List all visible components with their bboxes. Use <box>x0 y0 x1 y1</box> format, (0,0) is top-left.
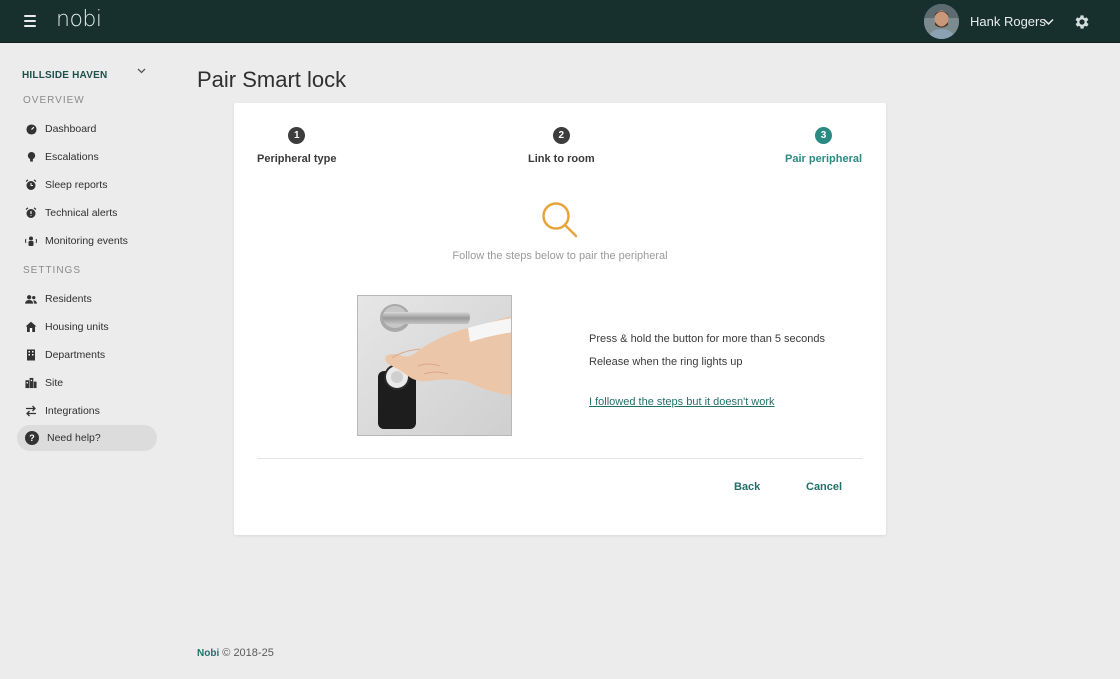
sidebar-item-label: Escalations <box>45 151 99 163</box>
step-label: Peripheral type <box>257 153 337 165</box>
page-title: Pair Smart lock <box>197 67 347 92</box>
sidebar-item-housing-units[interactable]: Housing units <box>17 314 157 340</box>
top-bar: nobi Hank Rogers <box>0 0 1120 43</box>
site-name: HILLSIDE HAVEN <box>22 70 108 81</box>
pair-peripheral-dialog: 1 Peripheral type 2 Link to room 3 Pair … <box>234 103 886 535</box>
footer-brand-link[interactable]: Nobi <box>197 648 219 659</box>
cancel-button[interactable]: Cancel <box>796 477 852 497</box>
gear-icon[interactable] <box>1073 13 1091 31</box>
arrows-exchange-icon <box>25 405 37 417</box>
sidebar: HILLSIDE HAVEN OVERVIEW Dashboard Escala… <box>0 44 175 679</box>
site-selector[interactable]: HILLSIDE HAVEN <box>22 65 150 81</box>
sidebar-item-label: Departments <box>45 349 106 361</box>
sidebar-item-monitoring-events[interactable]: Monitoring events <box>17 228 157 254</box>
sidebar-item-label: Dashboard <box>45 123 97 135</box>
sidebar-item-need-help[interactable]: ? Need help? <box>17 425 157 451</box>
step-label: Pair peripheral <box>785 153 863 165</box>
dialog-divider <box>257 458 863 459</box>
sidebar-item-escalations[interactable]: Escalations <box>17 144 157 170</box>
step-pair-peripheral: 3 Pair peripheral <box>785 127 862 165</box>
step-number: 2 <box>552 127 570 144</box>
step-label: Link to room <box>528 153 595 165</box>
lightbulb-icon <box>25 151 37 163</box>
user-name[interactable]: Hank Rogers <box>970 14 1046 29</box>
troubleshoot-link[interactable]: I followed the steps but it doesn't work <box>589 396 775 408</box>
sidebar-item-label: Housing units <box>45 321 109 333</box>
hamburger-menu-icon[interactable] <box>24 15 37 27</box>
overview-section-label: OVERVIEW <box>23 95 85 106</box>
sidebar-item-label: Monitoring events <box>45 235 128 247</box>
pairing-intro-text: Follow the steps below to pair the perip… <box>452 250 668 262</box>
sidebar-item-label: Site <box>45 377 64 389</box>
city-icon <box>25 377 37 389</box>
sidebar-item-label: Integrations <box>45 405 100 417</box>
search-icon <box>542 202 578 238</box>
sidebar-item-label: Technical alerts <box>45 207 118 219</box>
alarm-clock-alert-icon <box>25 207 37 219</box>
instruction-step-2: Release when the ring lights up <box>589 356 743 368</box>
footer: Nobi © 2018-25 <box>197 647 274 659</box>
sidebar-item-dashboard[interactable]: Dashboard <box>17 116 157 142</box>
people-icon <box>25 293 37 305</box>
settings-section-label: SETTINGS <box>23 265 82 276</box>
sidebar-item-departments[interactable]: Departments <box>17 342 157 368</box>
question-circle-icon: ? <box>25 431 39 445</box>
footer-copyright: © 2018-25 <box>222 647 274 659</box>
step-peripheral-type: 1 Peripheral type <box>257 127 336 165</box>
house-icon <box>25 321 37 333</box>
person-waves-icon <box>25 235 37 247</box>
sidebar-item-site[interactable]: Site <box>17 370 157 396</box>
sidebar-item-label: Sleep reports <box>45 179 108 191</box>
step-link-to-room: 2 Link to room <box>528 127 595 165</box>
step-number: 1 <box>288 127 306 144</box>
back-button[interactable]: Back <box>724 477 770 497</box>
smart-lock-image <box>357 295 512 436</box>
avatar[interactable] <box>924 4 959 39</box>
sidebar-item-integrations[interactable]: Integrations <box>17 398 157 424</box>
chevron-down-icon <box>137 68 146 74</box>
sidebar-item-technical-alerts[interactable]: Technical alerts <box>17 200 157 226</box>
nobi-logo[interactable]: nobi <box>56 7 102 32</box>
sidebar-item-label: Need help? <box>47 432 101 444</box>
chevron-down-icon[interactable] <box>1042 15 1055 28</box>
sidebar-item-residents[interactable]: Residents <box>17 286 157 312</box>
instruction-step-1: Press & hold the button for more than 5 … <box>589 333 826 345</box>
sidebar-item-sleep-reports[interactable]: Sleep reports <box>17 172 157 198</box>
building-icon <box>25 349 37 361</box>
gauge-icon <box>25 123 37 135</box>
sidebar-item-label: Residents <box>45 293 92 305</box>
step-number: 3 <box>815 127 833 144</box>
alarm-clock-icon <box>25 179 37 191</box>
